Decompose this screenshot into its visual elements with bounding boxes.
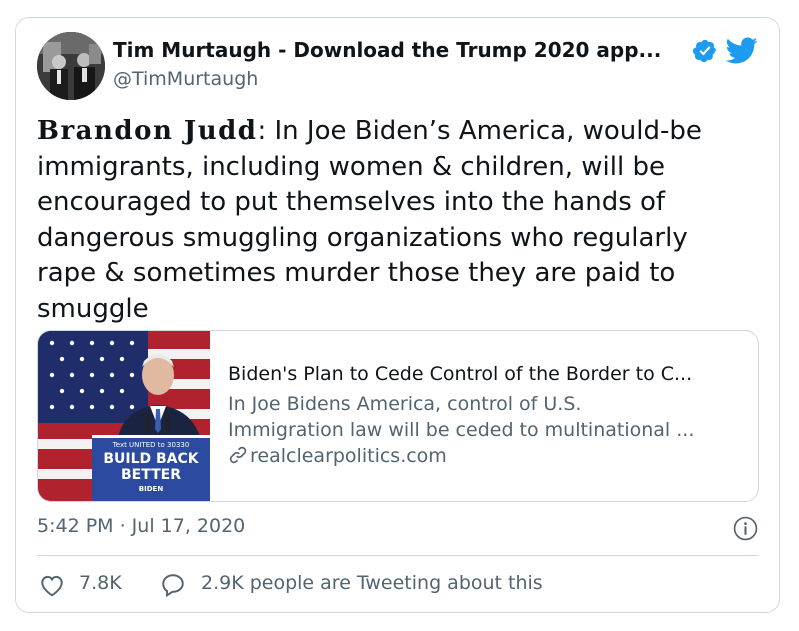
podium-line2: BETTER <box>121 467 181 483</box>
tweet-timestamp[interactable]: 5:42 PM · Jul 17, 2020 <box>37 515 245 537</box>
avatar[interactable] <box>37 32 105 100</box>
like-count[interactable]: 7.8K <box>79 572 122 594</box>
podium-small-text: Text UNITED to 30330 <box>112 441 190 449</box>
link-preview-card[interactable]: Text UNITED to 30330 BUILD BACK BETTER B… <box>37 330 759 502</box>
podium-logo: BIDEN <box>139 485 164 493</box>
verified-badge-icon <box>692 39 717 63</box>
reply-bubble-icon[interactable] <box>160 572 186 598</box>
link-card-description: In Joe Bidens America, control of U.S. I… <box>228 391 748 443</box>
info-icon[interactable] <box>733 516 758 541</box>
link-icon <box>229 446 247 464</box>
link-card-title: Biden's Plan to Cede Control of the Bord… <box>228 363 693 385</box>
tweet-body: : In Joe Biden’s America, would-be immig… <box>37 116 702 324</box>
divider <box>37 555 759 556</box>
link-thumbnail: Text UNITED to 30330 BUILD BACK BETTER B… <box>38 331 210 501</box>
link-card-description-line1: In Joe Bidens America, control of U.S. <box>228 393 582 415</box>
quoted-author: Brandon Judd <box>37 116 258 146</box>
tweet-text: Brandon Judd: In Joe Biden’s America, wo… <box>37 114 752 327</box>
link-card-domain: realclearpolitics.com <box>228 445 447 467</box>
display-name[interactable]: Tim Murtaugh - Download the Trump 2020 a… <box>113 38 661 62</box>
heart-icon[interactable] <box>39 573 65 597</box>
user-handle[interactable]: @TimMurtaugh <box>113 68 258 90</box>
podium-line1: BUILD BACK <box>103 451 199 467</box>
link-card-domain-text: realclearpolitics.com <box>250 445 447 467</box>
link-card-description-line2: Immigration law will be ceded to multina… <box>228 419 695 441</box>
twitter-bird-icon[interactable] <box>724 34 760 66</box>
tweeting-about-count[interactable]: 2.9K people are Tweeting about this <box>201 572 543 594</box>
